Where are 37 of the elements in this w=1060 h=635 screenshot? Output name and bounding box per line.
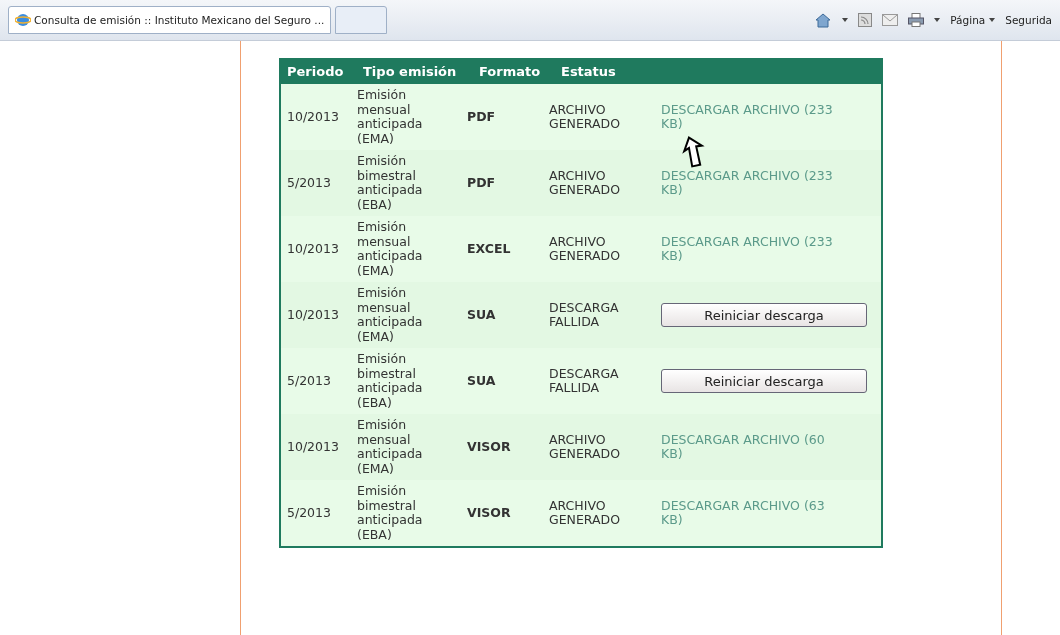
column-header: Formato — [478, 63, 542, 79]
type-cell-text: Emisión mensual anticipada (EMA) — [357, 286, 424, 344]
retry-button[interactable]: Reiniciar descarga — [661, 369, 867, 393]
period-cell-text: 5/2013 — [286, 175, 332, 191]
period-cell-text: 5/2013 — [286, 373, 332, 389]
status-cell-text: ARCHIVO GENERADO — [549, 432, 622, 462]
period-cell-text: 10/2013 — [286, 241, 340, 257]
status-cell-text: DESCARGA FALLIDA — [549, 366, 620, 396]
status-cell-text: ARCHIVO GENERADO — [549, 498, 622, 528]
column-header: Estatus — [560, 63, 617, 79]
type-cell-text: Emisión bimestral anticipada (EBA) — [357, 484, 424, 542]
period-cell-text: 10/2013 — [286, 109, 340, 125]
type-cell-text: Emisión mensual anticipada (EMA) — [357, 418, 424, 476]
type-cell-text: Emisión mensual anticipada (EMA) — [357, 220, 424, 278]
format-cell-text: PDF — [466, 175, 497, 191]
type-cell-text: Emisión mensual anticipada (EMA) — [357, 88, 424, 146]
retry-button[interactable]: Reiniciar descarga — [661, 303, 867, 327]
page-menu[interactable]: Página — [950, 14, 996, 26]
format-cell-text: PDF — [466, 109, 497, 125]
format-cell-text: SUA — [466, 307, 497, 323]
status-cell-text: ARCHIVO GENERADO — [549, 234, 622, 264]
type-cell-text: Emisión bimestral anticipada (EBA) — [357, 154, 424, 212]
period-cell-text: 5/2013 — [286, 505, 332, 521]
safety-menu[interactable]: Segurida — [1005, 14, 1052, 26]
period-cell-text: 10/2013 — [286, 439, 340, 455]
type-cell-text: Emisión bimestral anticipada (EBA) — [357, 352, 424, 410]
period-cell-text: 10/2013 — [286, 307, 340, 323]
status-cell-text: DESCARGA FALLIDA — [549, 300, 620, 330]
browser-tab[interactable]: Consulta de emisión :: Instituto Mexicano del Seguro ... — [8, 6, 332, 34]
format-cell-text: SUA — [466, 373, 497, 389]
status-cell-text: ARCHIVO GENERADO — [549, 102, 622, 132]
format-cell-text: EXCEL — [466, 241, 512, 257]
column-header: Periodo — [286, 63, 345, 79]
status-cell-text: ARCHIVO GENERADO — [549, 168, 622, 198]
format-cell-text: VISOR — [466, 439, 512, 455]
format-cell-text: VISOR — [466, 505, 512, 521]
column-header: Tipo emisión — [362, 63, 458, 79]
